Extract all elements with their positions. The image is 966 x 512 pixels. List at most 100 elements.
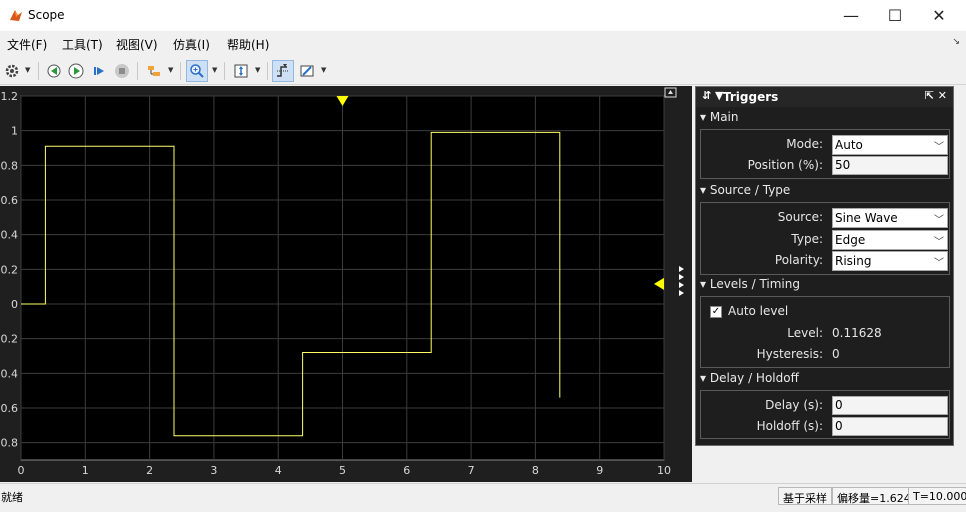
chevron-down-icon[interactable]: ▼ — [168, 66, 173, 74]
chevron-down-icon: ﹀ — [934, 258, 944, 269]
mode-label: Mode: — [786, 137, 823, 151]
toolbar-separator — [224, 62, 225, 80]
delay-input[interactable]: 0 — [832, 396, 948, 415]
triggers-panel: ⇵ ▼ Triggers ⇱ ✕ ▾ Main Mode: Auto ﹀ Posi… — [695, 86, 954, 446]
section-delay-holdoff-title: Delay / Holdoff — [709, 371, 799, 385]
section-main-title: Main — [709, 110, 739, 124]
title-bar: Scope — ☐ ✕ — [0, 0, 966, 31]
y-tick-label: 1.2 — [1, 90, 19, 103]
toolbar-separator — [267, 62, 268, 80]
delay-label: Delay (s): — [765, 398, 823, 412]
section-source-type-header[interactable]: ▾ Source / Type — [700, 183, 790, 197]
stop-icon[interactable] — [111, 60, 133, 82]
y-tick-label: 0.6 — [1, 194, 19, 207]
step-back-icon[interactable] — [43, 60, 65, 82]
highlight-icon[interactable] — [143, 60, 165, 82]
menu-bar: 文件(F) 工具(T) 视图(V) 仿真(I) 帮助(H) ↘ — [0, 31, 966, 57]
toolbar-separator — [180, 62, 181, 80]
close-button[interactable]: ✕ — [916, 0, 962, 31]
panel-collapse-arrows-icon[interactable] — [678, 266, 686, 302]
y-axis-ticks: 1.2 1 0.8 0.6 0.4 0.2 0 -0.2 -0.4 -0.6 -0.8 — [0, 90, 18, 450]
menu-simulation[interactable]: 仿真(I) — [173, 36, 210, 53]
scale-axes-icon[interactable] — [230, 60, 252, 82]
section-levels-timing-header[interactable]: ▾ Levels / Timing — [700, 277, 800, 291]
x-tick-label: 5 — [339, 464, 346, 477]
chevron-down-icon: ﹀ — [934, 142, 944, 153]
position-input[interactable]: 50 — [832, 156, 948, 175]
y-tick-label: -0.2 — [0, 333, 18, 346]
level-label: Level: — [787, 326, 823, 340]
section-delay-holdoff-header[interactable]: ▾ Delay / Holdoff — [700, 371, 799, 385]
maximize-button[interactable]: ☐ — [872, 0, 918, 31]
holdoff-input[interactable]: 0 — [832, 417, 948, 436]
auto-level-label: Auto level — [728, 304, 789, 318]
source-value: Sine Wave — [835, 211, 898, 225]
y-tick-label: -0.6 — [0, 402, 18, 415]
mode-select[interactable]: Auto ﹀ — [832, 135, 948, 155]
hysteresis-value: 0 — [832, 347, 840, 361]
menu-view[interactable]: 视图(V) — [116, 36, 158, 53]
section-levels-timing: ✓ Auto level Level: 0.11628 Hysteresis: … — [700, 296, 950, 368]
x-tick-label: 9 — [596, 464, 603, 477]
section-source-type-title: Source / Type — [709, 183, 791, 197]
polarity-value: Rising — [835, 254, 872, 268]
section-main: Mode: Auto ﹀ Position (%): 50 — [700, 129, 950, 179]
section-main-header[interactable]: ▾ Main — [700, 110, 739, 124]
section-levels-timing-title: Levels / Timing — [709, 277, 800, 291]
cursor-measurements-icon[interactable] — [296, 60, 318, 82]
chevron-down-icon: ﹀ — [934, 215, 944, 226]
window-title: Scope — [28, 8, 65, 22]
y-tick-label: -0.8 — [0, 437, 18, 450]
toolbar: ▼ ▼ ▼ ▼ ▼ — [0, 57, 966, 85]
chevron-down-icon[interactable]: ▼ — [255, 66, 260, 74]
toolbar-separator — [137, 62, 138, 80]
source-select[interactable]: Sine Wave ﹀ — [832, 208, 948, 228]
scope-display[interactable]: 0 1 2 3 4 5 6 7 8 9 10 1.2 1 0.8 0.6 0.4 0.2 0 -0.2 -0.4 -0… — [0, 86, 692, 482]
type-label: Type: — [791, 232, 823, 246]
x-tick-label: 0 — [18, 464, 25, 477]
status-offset: 偏移量=1.624 — [832, 487, 916, 505]
x-tick-label: 3 — [210, 464, 217, 477]
run-icon[interactable] — [65, 60, 87, 82]
panel-pin-icon[interactable]: ⇵ ▼ — [702, 89, 724, 102]
menu-tools[interactable]: 工具(T) — [62, 36, 103, 53]
type-select[interactable]: Edge ﹀ — [832, 230, 948, 250]
panel-undock-close-icon[interactable]: ⇱ ✕ — [925, 89, 947, 102]
menu-help[interactable]: 帮助(H) — [227, 36, 269, 53]
minimize-button[interactable]: — — [828, 0, 874, 31]
x-tick-label: 2 — [146, 464, 153, 477]
chevron-down-icon[interactable]: ▼ — [25, 66, 30, 74]
hysteresis-label: Hysteresis: — [756, 347, 823, 361]
polarity-select[interactable]: Rising ﹀ — [832, 251, 948, 271]
chevron-down-icon: ﹀ — [934, 237, 944, 248]
status-sample-based: 基于采样 — [778, 487, 832, 505]
x-tick-label: 10 — [657, 464, 671, 477]
status-ready: 就绪 — [1, 491, 23, 504]
y-tick-label: 0.8 — [1, 159, 19, 172]
undock-arrow-icon[interactable]: ↘ — [952, 37, 960, 47]
polarity-label: Polarity: — [774, 253, 823, 267]
position-label: Position (%): — [747, 158, 823, 172]
x-tick-label: 8 — [532, 464, 539, 477]
step-forward-icon[interactable] — [88, 60, 110, 82]
status-time: T=10.000 — [908, 487, 966, 505]
x-tick-label: 4 — [275, 464, 282, 477]
y-tick-label: 0.2 — [1, 263, 19, 276]
zoom-icon[interactable] — [186, 60, 208, 82]
triggers-icon[interactable] — [272, 60, 294, 82]
x-tick-label: 6 — [403, 464, 410, 477]
scope-plot[interactable]: 0 1 2 3 4 5 6 7 8 9 10 1.2 1 0.8 0.6 0.4 0.2 0 -0.2 -0.4 -0… — [0, 86, 692, 482]
y-tick-label: 1 — [11, 125, 18, 138]
chevron-down-icon[interactable]: ▼ — [321, 66, 326, 74]
source-label: Source: — [777, 210, 823, 224]
type-value: Edge — [835, 233, 866, 247]
expand-icon[interactable] — [664, 87, 678, 99]
auto-level-checkbox[interactable]: ✓ — [710, 306, 722, 318]
menu-file[interactable]: 文件(F) — [7, 36, 47, 53]
gear-icon[interactable] — [1, 60, 23, 82]
section-delay-holdoff: Delay (s): 0 Holdoff (s): 0 — [700, 390, 950, 439]
triggers-panel-title: Triggers — [723, 90, 779, 104]
chevron-down-icon[interactable]: ▼ — [212, 66, 217, 74]
y-tick-label: 0.4 — [1, 229, 19, 242]
y-tick-label: 0 — [11, 298, 18, 311]
